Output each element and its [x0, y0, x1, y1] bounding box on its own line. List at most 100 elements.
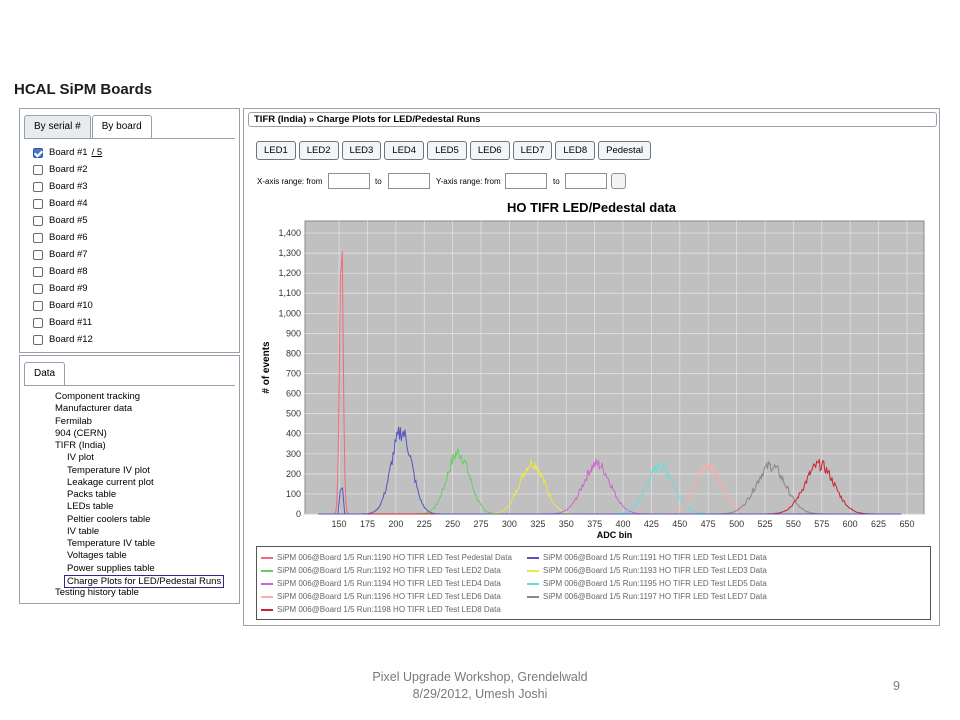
board-checkbox[interactable] — [33, 164, 43, 175]
y-tick-label: 600 — [286, 389, 301, 399]
board-item[interactable]: Board #9 — [33, 280, 102, 297]
legend-swatch — [261, 582, 273, 585]
tab-by-serial[interactable]: By serial # — [24, 115, 91, 139]
board-item[interactable]: Board #2 — [33, 161, 102, 178]
y-tick-label: 1,400 — [278, 228, 301, 238]
tree-item[interactable]: TIFR (India) — [55, 440, 106, 452]
legend-item: SiPM 006@Board 1/5 Run:1194 HO TIFR LED … — [261, 579, 501, 588]
tab-underline — [24, 138, 235, 139]
legend-label: SiPM 006@Board 1/5 Run:1197 HO TIFR LED … — [543, 592, 767, 601]
y-tick-label: 1,000 — [278, 308, 301, 318]
board-label: Board #6 — [49, 232, 88, 243]
board-checkbox[interactable] — [33, 181, 43, 192]
x-tick-label: 475 — [701, 519, 716, 529]
x-tick-label: 650 — [899, 519, 914, 529]
board-checkbox[interactable] — [33, 215, 43, 226]
tree-item[interactable]: Peltier coolers table — [67, 514, 150, 526]
tree-item[interactable]: Temperature IV table — [67, 538, 155, 550]
tree-item[interactable]: Testing history table — [55, 587, 139, 599]
board-label: Board #4 — [49, 198, 88, 209]
board-checkbox[interactable] — [33, 351, 43, 352]
legend-item: SiPM 006@Board 1/5 Run:1191 HO TIFR LED … — [527, 553, 767, 562]
x-tick-label: 250 — [445, 519, 460, 529]
y-tick-label: 0 — [296, 509, 301, 519]
tree-item[interactable]: IV plot — [67, 452, 94, 464]
tree-item[interactable]: Leakage current plot — [67, 477, 154, 489]
tab-data[interactable]: Data — [24, 362, 66, 386]
legend-label: SiPM 006@Board 1/5 Run:1195 HO TIFR LED … — [543, 579, 767, 588]
board-label: Board #12 — [49, 334, 93, 345]
board-checkbox[interactable] — [33, 300, 43, 311]
y-tick-label: 1,200 — [278, 268, 301, 278]
board-item[interactable]: Board #3 — [33, 178, 102, 195]
board-checkbox[interactable] — [33, 266, 43, 277]
data-tabs: Data — [24, 362, 66, 386]
x-tick-label: 275 — [474, 519, 489, 529]
board-checkbox[interactable] — [33, 334, 43, 345]
board-item[interactable]: Board #5 — [33, 212, 102, 229]
tree-item[interactable]: Manufacturer data — [55, 403, 132, 415]
tree-item[interactable]: Power supplies table — [67, 563, 155, 575]
board-item[interactable]: Board #6 — [33, 229, 102, 246]
y-tick-label: 200 — [286, 469, 301, 479]
board-label: Board #13 — [49, 351, 93, 352]
slide-title: HCAL SiPM Boards — [14, 81, 153, 98]
x-tick-label: 450 — [672, 519, 687, 529]
legend-label: SiPM 006@Board 1/5 Run:1194 HO TIFR LED … — [277, 579, 501, 588]
legend-item: SiPM 006@Board 1/5 Run:1190 HO TIFR LED … — [261, 553, 512, 562]
y-tick-label: 900 — [286, 328, 301, 338]
x-tick-label: 400 — [616, 519, 631, 529]
footer-line-2: 8/29/2012, Umesh Joshi — [412, 687, 548, 701]
legend-swatch — [261, 569, 273, 572]
x-tick-label: 200 — [388, 519, 403, 529]
board-checkbox[interactable] — [33, 198, 43, 209]
x-tick-label: 175 — [360, 519, 375, 529]
board-checkbox[interactable] — [33, 232, 43, 243]
legend-swatch — [261, 595, 273, 598]
x-tick-label: 625 — [871, 519, 886, 529]
tree-item[interactable]: 904 (CERN) — [55, 428, 107, 440]
board-item[interactable]: Board #12 — [33, 331, 102, 348]
tree-item[interactable]: IV table — [67, 526, 99, 538]
board-label: Board #11 — [49, 317, 93, 328]
board-item[interactable]: Board #10 — [33, 297, 102, 314]
legend-item: SiPM 006@Board 1/5 Run:1197 HO TIFR LED … — [527, 592, 767, 601]
board-item[interactable]: Board #8 — [33, 263, 102, 280]
x-tick-label: 425 — [644, 519, 659, 529]
legend-item: SiPM 006@Board 1/5 Run:1198 HO TIFR LED … — [261, 605, 501, 614]
board-item[interactable]: Board #4 — [33, 195, 102, 212]
legend-swatch — [527, 556, 539, 559]
tree-item[interactable]: Charge Plots for LED/Pedestal Runs — [64, 574, 225, 588]
board-selector-panel: By serial # By board Board #1 / 5 Board #2… — [19, 108, 240, 353]
y-tick-label: 500 — [286, 409, 301, 419]
legend-swatch — [261, 556, 273, 559]
board-item[interactable]: Board #7 — [33, 246, 102, 263]
tree-item[interactable]: Temperature IV plot — [67, 465, 150, 477]
board-checkbox[interactable] — [33, 249, 43, 260]
tree-item[interactable]: Fermilab — [55, 416, 92, 428]
chart-legend: SiPM 006@Board 1/5 Run:1190 HO TIFR LED … — [256, 546, 931, 620]
board-item[interactable]: Board #13 — [33, 348, 102, 352]
board-item[interactable]: Board #11 — [33, 314, 102, 331]
y-tick-label: 800 — [286, 348, 301, 358]
board-checkbox[interactable] — [33, 147, 43, 158]
tree-item[interactable]: LEDs table — [67, 501, 113, 513]
board-serial-link[interactable]: / 5 — [92, 147, 103, 158]
tree-item[interactable]: Component tracking — [55, 391, 140, 403]
x-tick-label: 550 — [786, 519, 801, 529]
board-label: Board #10 — [49, 300, 93, 311]
x-tick-label: 600 — [843, 519, 858, 529]
legend-label: SiPM 006@Board 1/5 Run:1198 HO TIFR LED … — [277, 605, 501, 614]
tree-item[interactable]: Packs table — [67, 489, 116, 501]
x-tick-label: 150 — [332, 519, 347, 529]
y-tick-label: 100 — [286, 489, 301, 499]
plot-area — [304, 220, 925, 515]
y-tick-label: 400 — [286, 429, 301, 439]
x-axis-label: ADC bin — [597, 530, 633, 540]
tab-by-board[interactable]: By board — [91, 115, 152, 139]
tree-item[interactable]: Voltages table — [67, 550, 127, 562]
board-checkbox[interactable] — [33, 283, 43, 294]
board-checkbox[interactable] — [33, 317, 43, 328]
legend-swatch — [261, 608, 273, 611]
board-item[interactable]: Board #1 / 5 — [33, 144, 102, 161]
